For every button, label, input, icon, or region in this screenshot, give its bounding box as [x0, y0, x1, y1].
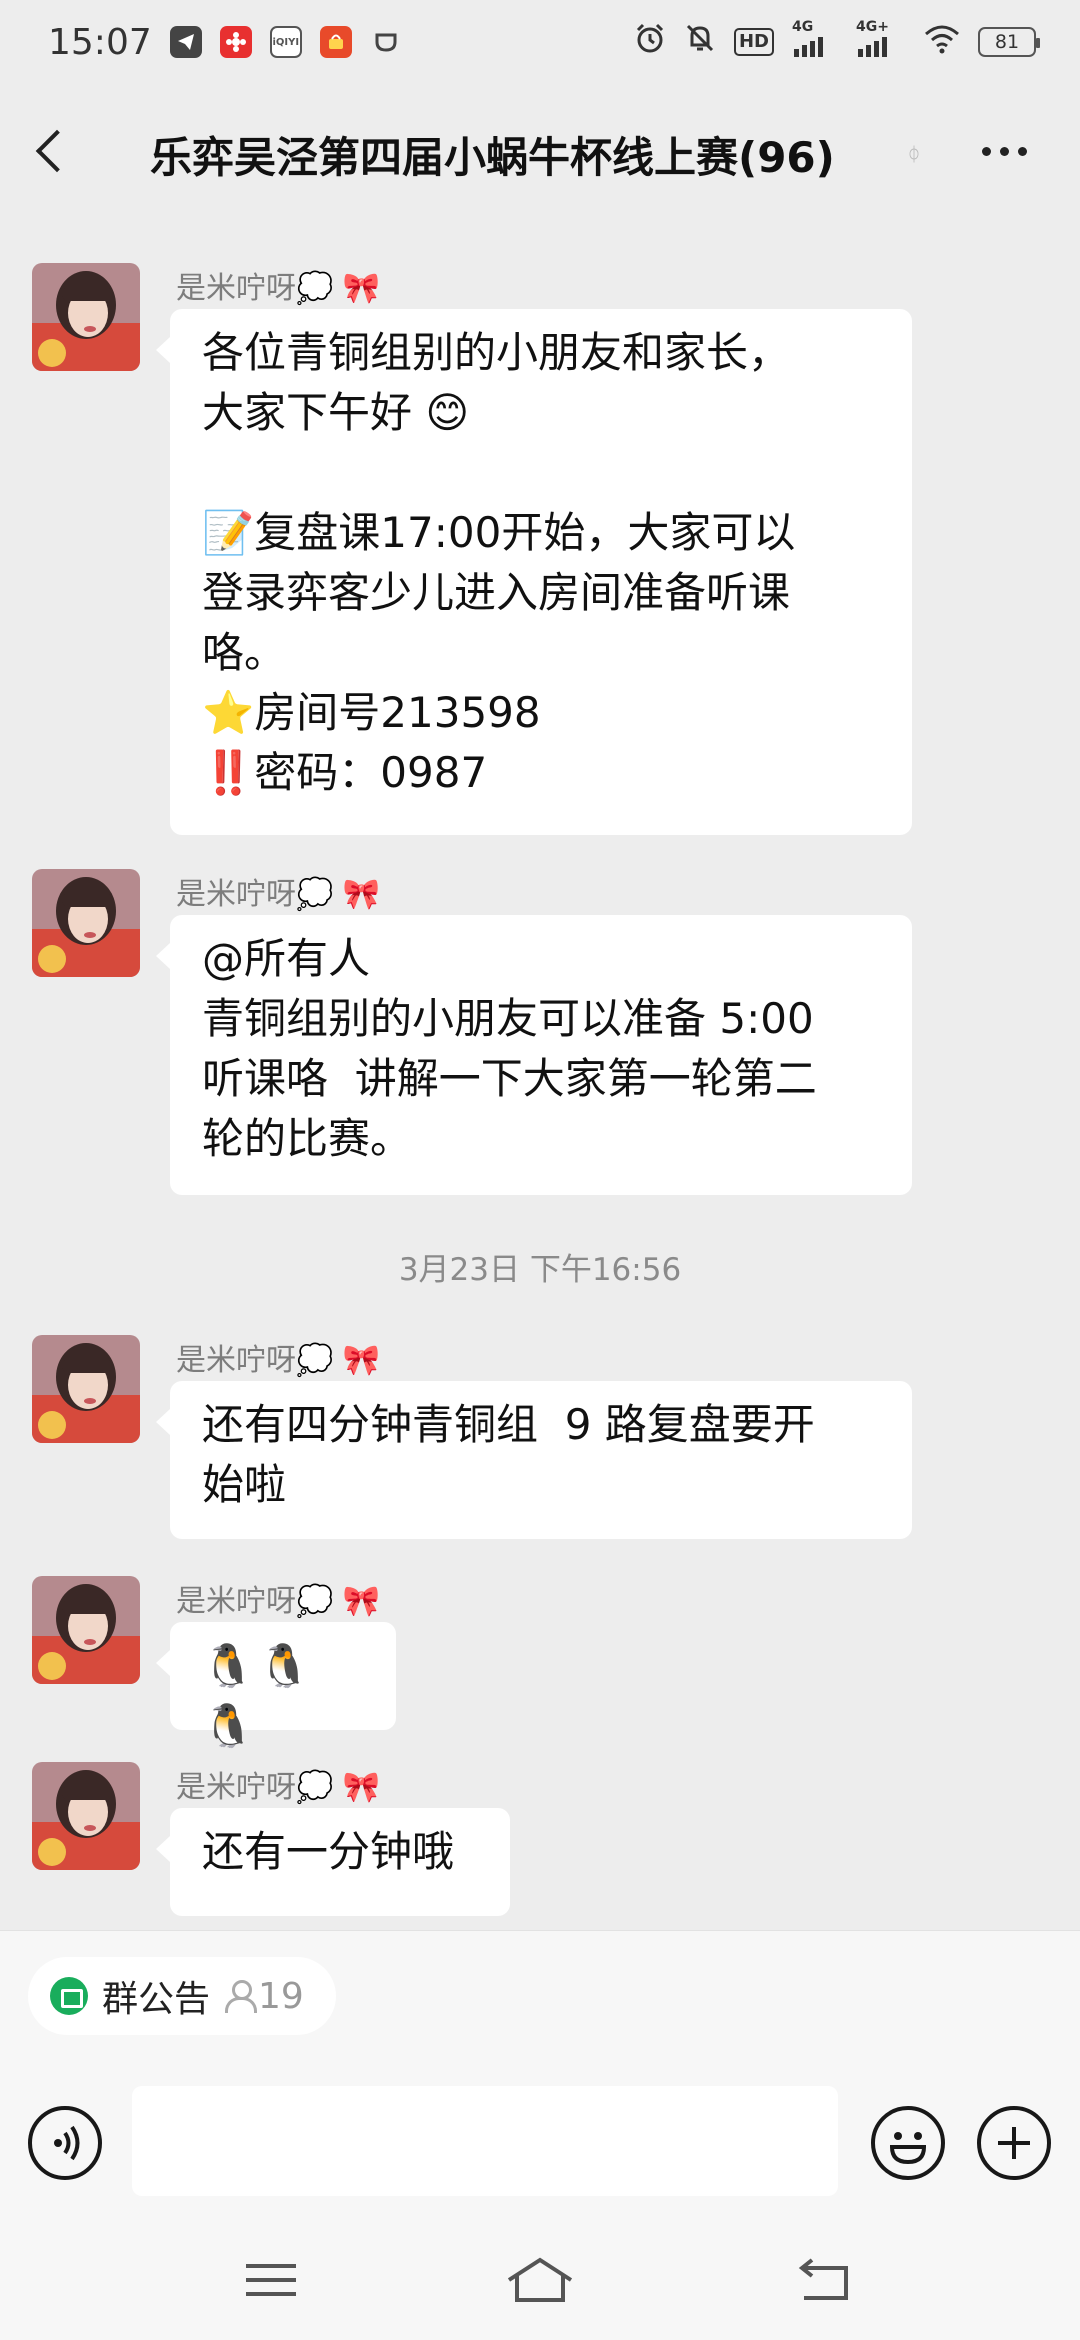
- plus-icon[interactable]: [977, 2106, 1051, 2180]
- group-notice-chip[interactable]: 群公告 19: [28, 1957, 336, 2035]
- message-bubble[interactable]: 还有四分钟青铜组 9 路复盘要开 始啦: [156, 1381, 912, 1539]
- sender-name: 是米咛呀💭 🎀: [176, 271, 381, 306]
- telegram-icon: [169, 26, 202, 58]
- sender-name: 是米咛呀💭 🎀: [176, 1770, 381, 1805]
- system-nav-bar: [0, 2220, 1080, 2340]
- cup-icon: [370, 26, 402, 58]
- message-bubble[interactable]: 还有一分钟哦: [156, 1808, 510, 1916]
- message-bubble[interactable]: 各位青铜组别的小朋友和家长， 大家下午好 😊 📝复盘课17:00开始，大家可以 …: [156, 309, 912, 835]
- signal-sim1-icon: 4G: [792, 19, 838, 57]
- back-nav-icon[interactable]: [790, 2250, 860, 2310]
- back-arrow-icon[interactable]: [28, 118, 78, 184]
- chat-title: 乐弈吴泾第四届小蜗牛杯线上赛(96): [150, 133, 835, 182]
- signal-sim2-icon: 4G+: [856, 19, 906, 57]
- avatar[interactable]: [32, 263, 140, 371]
- voice-input-icon[interactable]: [28, 2106, 102, 2180]
- iqiyi-icon: iQIYI: [269, 26, 302, 58]
- flower-app-icon: [219, 26, 252, 58]
- message-input[interactable]: [132, 2086, 838, 2196]
- status-time: 15:07: [48, 21, 152, 63]
- avatar[interactable]: [32, 1335, 140, 1443]
- battery-level: 81: [994, 31, 1020, 53]
- alarm-icon: [634, 22, 666, 63]
- wifi-icon: [924, 22, 960, 63]
- avatar[interactable]: [32, 1576, 140, 1684]
- sender-name: 是米咛呀💭 🎀: [176, 877, 381, 912]
- menu-icon[interactable]: [236, 2250, 306, 2310]
- mute-bell-icon: [684, 22, 716, 63]
- emoji-icon[interactable]: [871, 2106, 945, 2180]
- shopping-app-icon: [319, 26, 352, 58]
- member-count-value: 19: [258, 1975, 304, 2017]
- person-icon: [224, 1980, 258, 2013]
- message-bubble[interactable]: @所有人 青铜组别的小朋友可以准备 5:00 听课咯 讲解一下大家第一轮第二 轮…: [156, 915, 912, 1195]
- avatar[interactable]: [32, 869, 140, 977]
- sender-name: 是米咛呀💭 🎀: [176, 1343, 381, 1378]
- hd-icon: HD: [733, 28, 774, 56]
- chat-header: 乐弈吴泾第四届小蜗牛杯线上赛(96) ᛰ: [0, 84, 1080, 218]
- more-options-icon[interactable]: [974, 134, 1034, 168]
- notice-icon: [50, 1977, 88, 2015]
- home-icon[interactable]: [505, 2250, 575, 2310]
- mute-indicator-icon: ᛰ: [908, 142, 920, 166]
- message-bubble[interactable]: 🐧🐧🐧: [156, 1622, 396, 1750]
- sender-name: 是米咛呀💭 🎀: [176, 1584, 381, 1619]
- member-count: 19: [224, 1976, 304, 2017]
- battery-icon: 81: [978, 27, 1040, 57]
- group-notice-label: 群公告: [102, 1979, 211, 2020]
- chat-timestamp: 3月23日 下午16:56: [398, 1252, 682, 1288]
- avatar[interactable]: [32, 1762, 140, 1870]
- status-bar: 15:07 iQIYI HD 4G 4G+ 81: [0, 0, 1080, 84]
